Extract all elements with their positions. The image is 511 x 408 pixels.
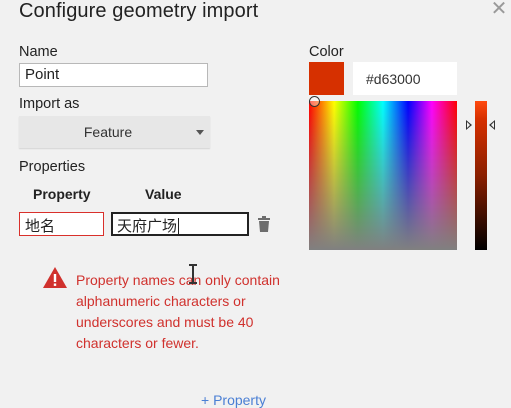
text-caret xyxy=(178,218,180,234)
slider-pointer-right-icon[interactable] xyxy=(489,120,495,130)
trash-icon[interactable] xyxy=(258,216,270,232)
slider-pointer-left-icon[interactable] xyxy=(466,120,472,130)
property-error-message: Property names can only contain alphanum… xyxy=(76,272,280,351)
ibeam-cursor-icon xyxy=(189,264,197,284)
color-swatch[interactable] xyxy=(309,62,344,95)
color-picker-area[interactable] xyxy=(309,101,457,250)
color-hex-input[interactable]: #d63000 xyxy=(353,62,457,95)
brightness-slider[interactable] xyxy=(475,101,487,250)
color-picker-handle[interactable] xyxy=(309,96,320,107)
value-column-header: Value xyxy=(145,186,182,202)
import-as-select[interactable]: Feature xyxy=(19,116,210,148)
import-as-label: Import as xyxy=(19,96,80,112)
configure-geometry-dialog: Configure geometry import ✕ Name Point I… xyxy=(0,0,511,408)
close-icon[interactable]: ✕ xyxy=(490,0,508,19)
import-as-value: Feature xyxy=(83,124,133,140)
dialog-title: Configure geometry import xyxy=(19,0,259,22)
property-value-text: 天府广场 xyxy=(117,217,178,235)
name-input[interactable]: Point xyxy=(19,63,208,87)
properties-label: Properties xyxy=(19,159,86,175)
property-name-input[interactable]: 地名 xyxy=(19,212,104,236)
property-column-header: Property xyxy=(33,186,91,202)
warning-icon xyxy=(43,267,67,288)
add-property-button[interactable]: + Property xyxy=(201,392,266,408)
chevron-down-icon xyxy=(196,130,204,135)
color-label: Color xyxy=(309,44,344,60)
name-label: Name xyxy=(19,44,58,60)
property-value-input[interactable]: 天府广场 xyxy=(111,212,249,236)
property-name-text: 地名 xyxy=(25,217,56,235)
